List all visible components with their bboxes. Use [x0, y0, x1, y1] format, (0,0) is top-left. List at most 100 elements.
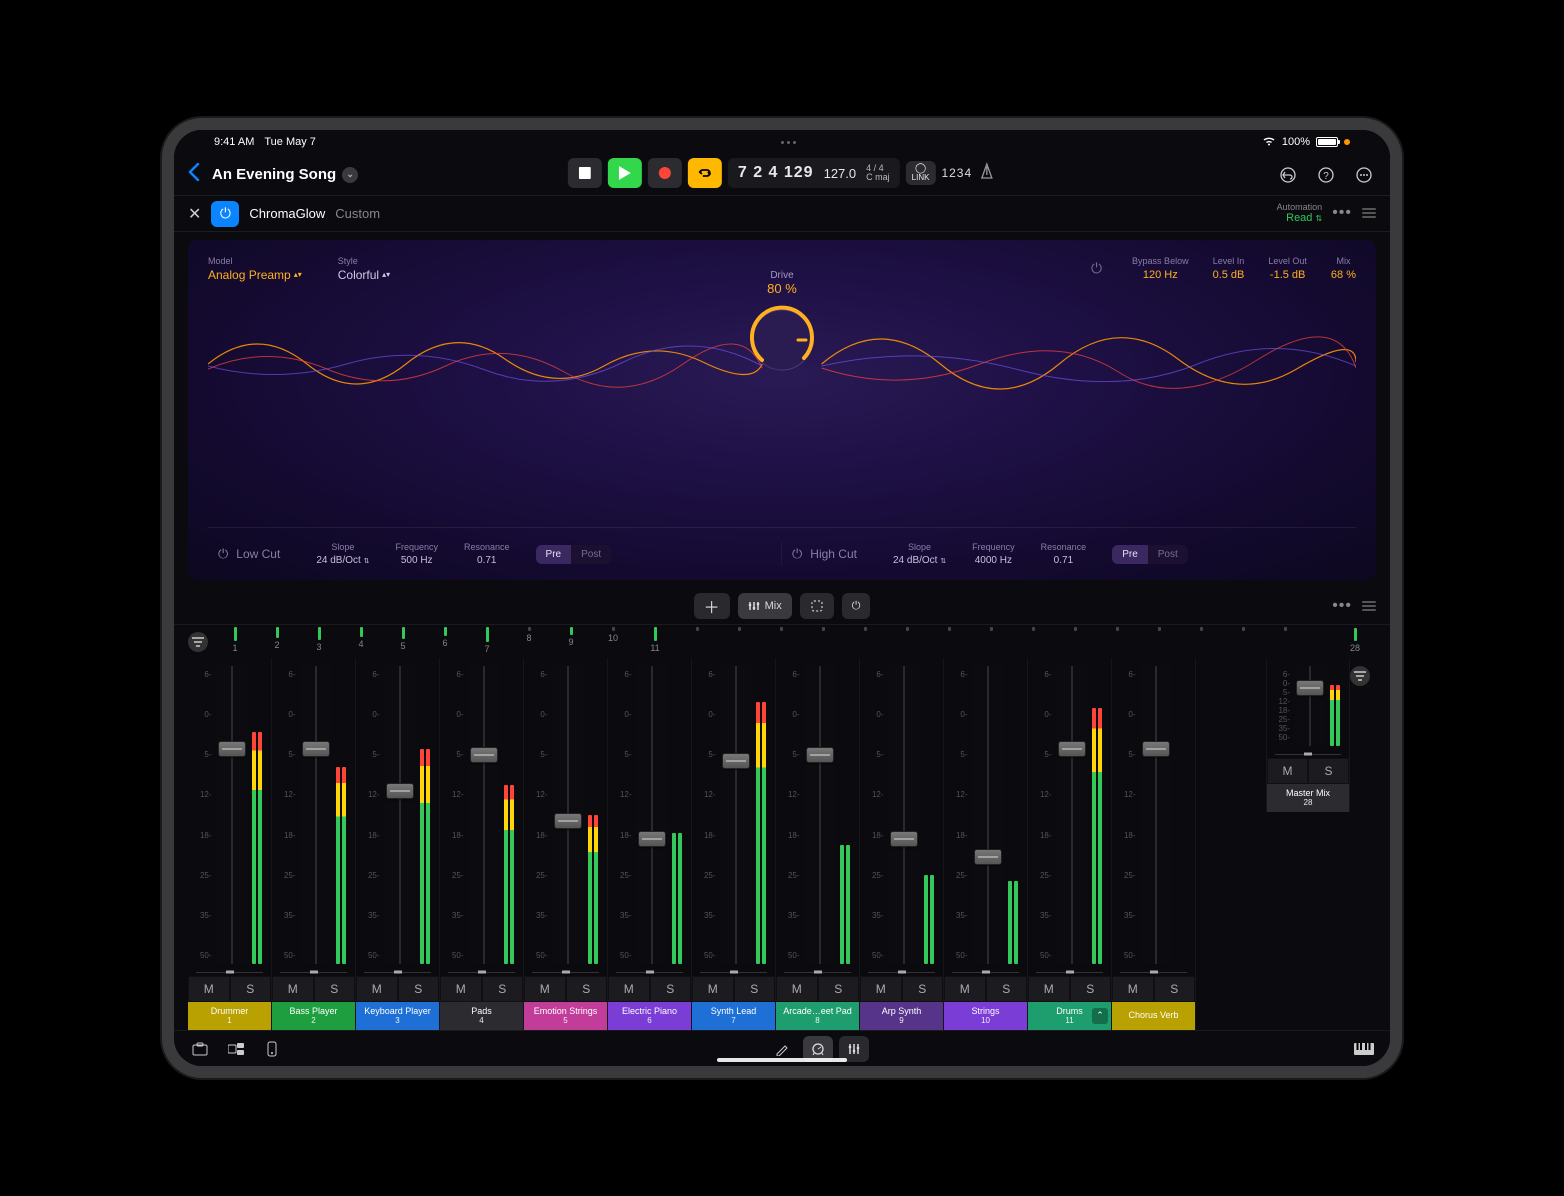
- mixer-drag-handle[interactable]: [1362, 601, 1376, 611]
- pan-control[interactable]: [868, 969, 935, 975]
- lcd-display[interactable]: 7 2 4 129 127.0 4 / 4 C maj: [728, 158, 900, 188]
- song-title[interactable]: An Evening Song: [212, 166, 336, 183]
- pan-control[interactable]: [1036, 969, 1103, 975]
- mute-button[interactable]: M: [188, 976, 230, 1002]
- pan-control[interactable]: [700, 969, 767, 975]
- mini-track[interactable]: [1054, 627, 1096, 635]
- pan-control[interactable]: [196, 969, 263, 975]
- fader[interactable]: [1294, 666, 1326, 746]
- bypass-power-button[interactable]: ⏻: [1091, 260, 1102, 277]
- fader[interactable]: [384, 666, 416, 964]
- style-selector[interactable]: Style Colorful▴▾: [338, 256, 390, 282]
- mute-button[interactable]: M: [860, 976, 902, 1002]
- fader[interactable]: [888, 666, 920, 964]
- mixer-more-button[interactable]: •••: [1332, 597, 1352, 615]
- mute-button[interactable]: M: [1267, 758, 1308, 784]
- record-button[interactable]: [648, 158, 682, 188]
- mini-track[interactable]: 9: [550, 627, 592, 649]
- track-label[interactable]: Pads4: [440, 1002, 523, 1030]
- mini-track[interactable]: 3: [298, 627, 340, 654]
- sampler-button[interactable]: [224, 1037, 248, 1061]
- solo-button[interactable]: S: [398, 976, 440, 1002]
- pan-control[interactable]: [448, 969, 515, 975]
- mix-amount[interactable]: Mix 68 %: [1331, 256, 1356, 281]
- mini-track[interactable]: [1264, 627, 1306, 635]
- pan-control[interactable]: [532, 969, 599, 975]
- fader[interactable]: [1056, 666, 1088, 964]
- high-cut-power[interactable]: ⏻: [792, 546, 802, 562]
- cycle-button[interactable]: [688, 158, 722, 188]
- plugin-power-button[interactable]: ⏻: [211, 201, 239, 227]
- high-cut-slope[interactable]: Slope 24 dB/Oct ⇅: [893, 542, 946, 566]
- solo-button[interactable]: S: [1308, 758, 1349, 784]
- mini-track[interactable]: 2: [256, 627, 298, 652]
- mute-button[interactable]: M: [692, 976, 734, 1002]
- help-button[interactable]: ?: [1314, 163, 1338, 187]
- track-label[interactable]: Emotion Strings5: [524, 1002, 607, 1030]
- stop-button[interactable]: [568, 158, 602, 188]
- plugin-drag-handle[interactable]: [1362, 208, 1376, 218]
- track-label[interactable]: Chorus Verb: [1112, 1002, 1195, 1030]
- level-out[interactable]: Level Out -1.5 dB: [1268, 256, 1307, 281]
- link-button[interactable]: ◯ LINK: [906, 161, 936, 185]
- mini-track[interactable]: [928, 627, 970, 635]
- pan-control[interactable]: [1120, 969, 1187, 975]
- track-label[interactable]: Drums11⌃: [1028, 1002, 1111, 1030]
- plugin-more-button[interactable]: •••: [1332, 204, 1352, 222]
- pan-control[interactable]: [952, 969, 1019, 975]
- expand-stack-button[interactable]: ⌃: [1092, 1008, 1108, 1024]
- pan-control[interactable]: [280, 969, 347, 975]
- low-cut-slope[interactable]: Slope 24 dB/Oct ⇅: [316, 542, 369, 566]
- metronome-button[interactable]: [978, 162, 996, 185]
- mute-button[interactable]: M: [356, 976, 398, 1002]
- level-in[interactable]: Level In 0.5 dB: [1213, 256, 1245, 281]
- close-plugin-button[interactable]: ✕: [188, 204, 201, 224]
- plugin-name[interactable]: ChromaGlow: [249, 206, 325, 221]
- solo-button[interactable]: S: [1154, 976, 1196, 1002]
- mini-track[interactable]: [1138, 627, 1180, 635]
- track-label[interactable]: Electric Piano6: [608, 1002, 691, 1030]
- track-label[interactable]: Synth Lead7: [692, 1002, 775, 1030]
- multitask-dots[interactable]: [781, 141, 796, 144]
- fader[interactable]: [1140, 666, 1172, 964]
- fader[interactable]: [804, 666, 836, 964]
- drive-knob[interactable]: [744, 302, 820, 378]
- high-cut-freq[interactable]: Frequency4000 Hz: [972, 542, 1015, 566]
- fader[interactable]: [216, 666, 248, 964]
- low-cut-res[interactable]: Resonance0.71: [464, 542, 510, 566]
- track-label[interactable]: Strings10: [944, 1002, 1027, 1030]
- mix-view-button[interactable]: Mix: [738, 593, 792, 619]
- mute-button[interactable]: M: [440, 976, 482, 1002]
- track-label[interactable]: Arp Synth9: [860, 1002, 943, 1030]
- automation-mode[interactable]: Automation Read ⇅: [1277, 202, 1323, 226]
- track-label[interactable]: Keyboard Player3: [356, 1002, 439, 1030]
- solo-button[interactable]: S: [902, 976, 944, 1002]
- fader[interactable]: [720, 666, 752, 964]
- track-label[interactable]: Bass Player2: [272, 1002, 355, 1030]
- mini-track[interactable]: 7: [466, 627, 508, 656]
- solo-button[interactable]: S: [650, 976, 692, 1002]
- mute-button[interactable]: M: [524, 976, 566, 1002]
- track-label[interactable]: Drummer1: [188, 1002, 271, 1030]
- home-indicator[interactable]: [717, 1058, 847, 1062]
- mini-track[interactable]: [802, 627, 844, 635]
- song-menu-button[interactable]: ⌄: [342, 167, 358, 183]
- back-button[interactable]: [188, 163, 200, 187]
- mute-button[interactable]: M: [776, 976, 818, 1002]
- add-channel-button[interactable]: ＋: [694, 593, 730, 619]
- mini-track[interactable]: 5: [382, 627, 424, 653]
- plugin-preset[interactable]: Custom: [335, 206, 380, 221]
- model-selector[interactable]: Model Analog Preamp▴▾: [208, 256, 302, 282]
- mute-button[interactable]: M: [272, 976, 314, 1002]
- high-cut-res[interactable]: Resonance0.71: [1041, 542, 1087, 566]
- mini-track[interactable]: 8: [508, 627, 550, 645]
- mini-track[interactable]: [1096, 627, 1138, 635]
- mixer-filter-button[interactable]: [1350, 666, 1370, 686]
- pan-control[interactable]: [784, 969, 851, 975]
- pan-control[interactable]: [616, 969, 683, 975]
- pan-control[interactable]: [364, 969, 431, 975]
- solo-button[interactable]: S: [986, 976, 1028, 1002]
- keyboard-button[interactable]: [1352, 1037, 1376, 1061]
- more-button[interactable]: [1352, 163, 1376, 187]
- solo-button[interactable]: S: [566, 976, 608, 1002]
